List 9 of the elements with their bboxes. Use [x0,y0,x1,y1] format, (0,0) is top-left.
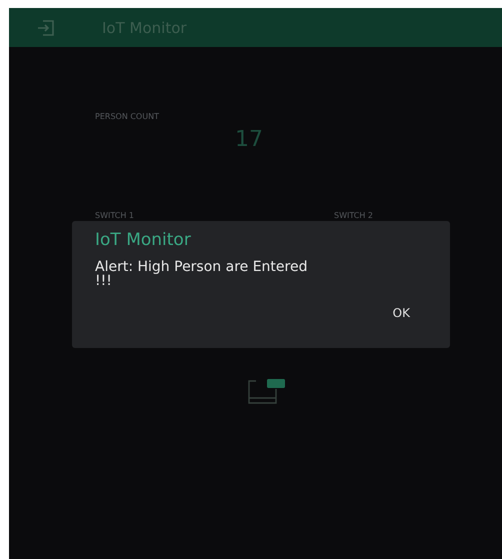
count-value: 17 [235,127,263,152]
widget-label: PERSON COUNT [95,112,159,121]
dialog-title: IoT Monitor [95,230,192,250]
ok-button[interactable]: OK [384,302,418,324]
exit-icon[interactable] [36,18,56,36]
dialog-message: Alert: High Person are Entered !!! [95,260,308,288]
widget-label: SWITCH 1 [95,211,134,220]
screen-icon[interactable] [248,379,286,405]
widget-label: SWITCH 2 [334,211,373,220]
